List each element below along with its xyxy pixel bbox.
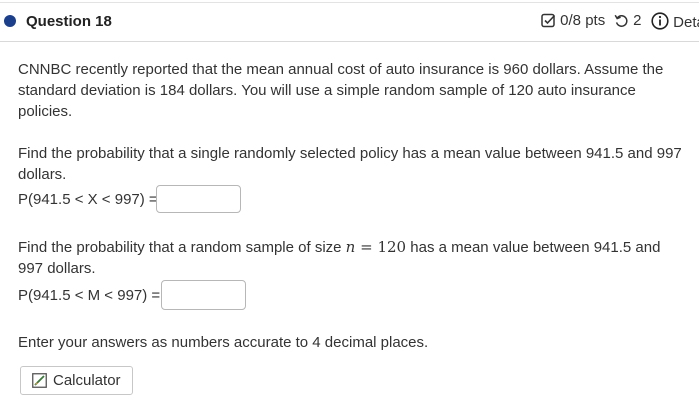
divider bbox=[0, 2, 699, 3]
intro-line: policies. bbox=[18, 103, 73, 120]
part2-label: P(941.5 < M < 997) = bbox=[18, 287, 161, 304]
details-link[interactable]: Details bbox=[651, 12, 699, 31]
part1-line: dollars. bbox=[18, 166, 67, 183]
part2-line: 997 dollars. bbox=[18, 260, 96, 277]
instructions: Enter your answers as numbers accurate t… bbox=[18, 334, 429, 351]
part1-label: P(941.5 < X < 997) = bbox=[18, 191, 158, 208]
part2-line: Find the probability that a random sampl… bbox=[18, 237, 699, 258]
intro-line: standard deviation is 184 dollars. You w… bbox=[18, 82, 636, 99]
part2-prompt: Find the probability that a random sampl… bbox=[18, 237, 699, 279]
points-indicator: 0/8 pts bbox=[541, 12, 605, 29]
part1-answer-input[interactable] bbox=[156, 185, 241, 213]
math-sample-size: 120 bbox=[377, 238, 407, 256]
question-header: Question 18 0/8 pts 2 Details bbox=[0, 0, 699, 42]
part2-answer-input[interactable] bbox=[161, 280, 246, 310]
calculator-button[interactable]: Calculator bbox=[20, 366, 133, 395]
retry-count: 2 bbox=[633, 12, 642, 29]
info-icon bbox=[651, 12, 669, 30]
math-equals: = bbox=[355, 238, 378, 256]
part2-text: Find the probability that a random sampl… bbox=[18, 239, 346, 256]
points-text: 0/8 pts bbox=[560, 12, 606, 29]
question-body: CNNBC recently reported that the mean an… bbox=[18, 59, 699, 122]
part1-prompt: Find the probability that a single rando… bbox=[18, 143, 699, 185]
checkbox-icon bbox=[541, 13, 556, 28]
part1-line: Find the probability that a single rando… bbox=[18, 145, 682, 162]
question-panel: Question 18 0/8 pts 2 Details CNN bbox=[0, 0, 699, 402]
retry-indicator: 2 bbox=[614, 12, 642, 29]
calculator-label: Calculator bbox=[53, 372, 121, 389]
question-status-dot bbox=[4, 15, 16, 27]
part2-text: has a mean value between 941.5 and bbox=[406, 239, 661, 256]
intro-line: CNNBC recently reported that the mean an… bbox=[18, 61, 664, 78]
question-title: Question 18 bbox=[26, 13, 112, 30]
calculator-icon bbox=[32, 373, 47, 388]
retry-icon bbox=[614, 14, 628, 27]
details-label: Details bbox=[673, 14, 699, 31]
math-n: n bbox=[345, 238, 356, 256]
